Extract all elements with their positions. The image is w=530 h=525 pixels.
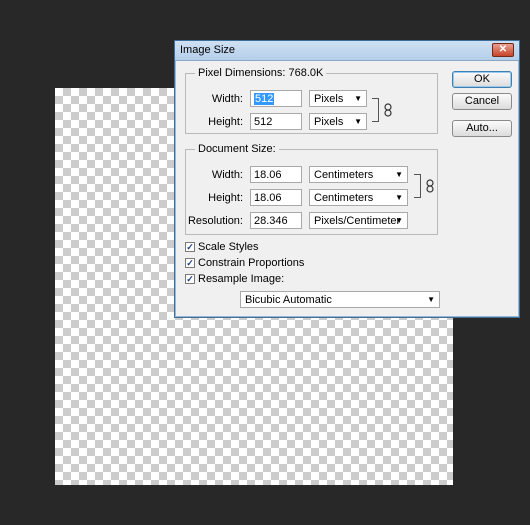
ok-button[interactable]: OK (452, 71, 512, 88)
auto-button[interactable]: Auto... (452, 120, 512, 137)
check-icon: ✓ (185, 242, 195, 252)
pixel-height-label: Height: (208, 116, 243, 128)
close-button[interactable]: ✕ (492, 43, 514, 57)
chevron-down-icon: ▼ (395, 170, 403, 179)
chevron-down-icon: ▼ (395, 216, 403, 225)
chevron-down-icon: ▼ (354, 117, 362, 126)
check-icon: ✓ (185, 274, 195, 284)
chain-link-icon (383, 103, 393, 117)
pixel-height-input[interactable]: 512 (250, 113, 302, 130)
dialog-titlebar[interactable]: Image Size ✕ (175, 41, 519, 61)
pixel-dimensions-group: Pixel Dimensions: 768.0K Width: 512 Pixe… (185, 67, 438, 134)
scale-styles-label: Scale Styles (198, 241, 259, 253)
document-size-label: Document Size: (195, 143, 279, 155)
resample-method-select[interactable]: Bicubic Automatic ▼ (240, 291, 440, 308)
doc-height-label: Height: (208, 192, 243, 204)
pixel-dimensions-size: 768.0K (288, 67, 324, 79)
chevron-down-icon: ▼ (354, 94, 362, 103)
document-size-group: Document Size: Width: 18.06 Centimeters … (185, 143, 438, 235)
pixel-width-unit-select[interactable]: Pixels ▼ (309, 90, 367, 107)
close-icon: ✕ (498, 44, 508, 55)
cancel-button[interactable]: Cancel (452, 93, 512, 110)
chain-link-icon (425, 179, 435, 193)
doc-width-label: Width: (211, 169, 243, 181)
resample-image-label: Resample Image: (198, 273, 285, 285)
constrain-bracket (414, 174, 421, 198)
constrain-proportions-label: Constrain Proportions (198, 257, 305, 269)
pixel-width-input[interactable]: 512 (250, 90, 302, 107)
pixel-dimensions-label: Pixel Dimensions: 768.0K (195, 67, 327, 79)
check-icon: ✓ (185, 258, 195, 268)
resolution-label: Resolution: (187, 215, 243, 227)
dialog-title: Image Size (180, 44, 236, 56)
resolution-input[interactable]: 28.346 (250, 212, 302, 229)
image-size-dialog: Image Size ✕ Pixel Dimensions: 768.0K Wi… (174, 40, 520, 318)
chevron-down-icon: ▼ (427, 295, 435, 304)
pixel-height-unit-select[interactable]: Pixels ▼ (309, 113, 367, 130)
doc-height-input[interactable]: 18.06 (250, 189, 302, 206)
constrain-bracket (372, 98, 379, 122)
doc-width-input[interactable]: 18.06 (250, 166, 302, 183)
pixel-width-label: Width: (211, 93, 243, 105)
resolution-unit-select[interactable]: Pixels/Centimeter ▼ (309, 212, 408, 229)
chevron-down-icon: ▼ (395, 193, 403, 202)
doc-height-unit-select[interactable]: Centimeters ▼ (309, 189, 408, 206)
doc-width-unit-select[interactable]: Centimeters ▼ (309, 166, 408, 183)
